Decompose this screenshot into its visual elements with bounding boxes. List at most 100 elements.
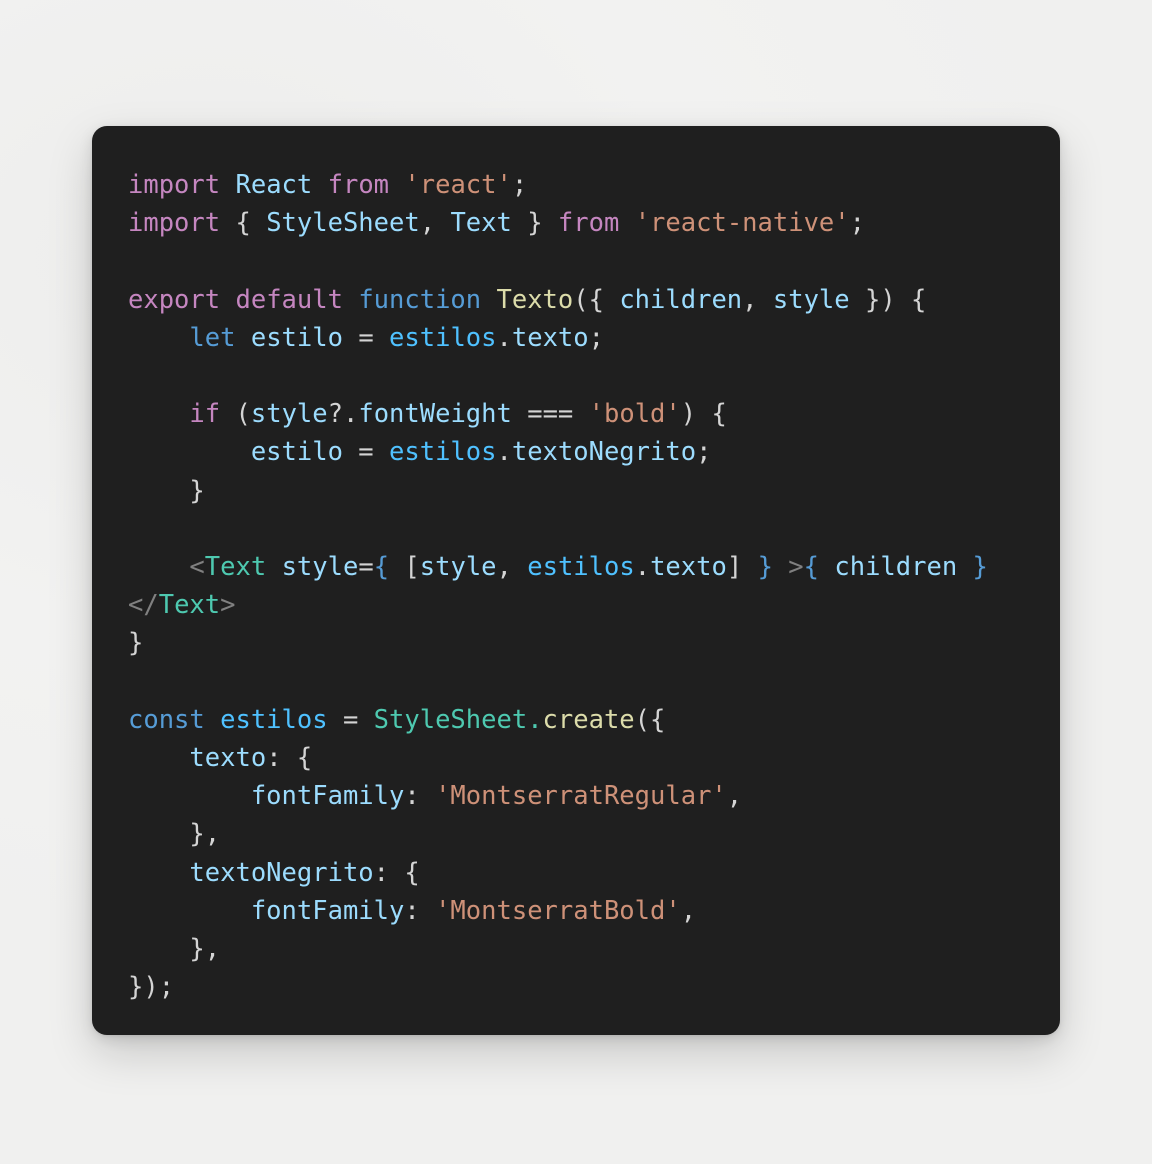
token-close-brace: } xyxy=(128,628,144,659)
token-comma: , xyxy=(742,284,773,315)
token-punctuation: ({ xyxy=(573,284,620,315)
token-close-brace: }, xyxy=(128,819,221,850)
token-close-brace: }, xyxy=(128,934,221,965)
token-identifier-estilo: estilo xyxy=(250,322,343,353)
code-line: export default function Texto({ children… xyxy=(128,281,1038,319)
code-line: const estilos = StyleSheet.create({ xyxy=(128,701,1038,739)
token-string-montserrat-regular: 'MontserratRegular' xyxy=(435,781,727,812)
code-line: if (style?.fontWeight === 'bold') { xyxy=(128,395,1038,433)
token-identifier-estilo: estilo xyxy=(250,437,343,468)
token-colon: : xyxy=(404,781,436,812)
token-keyword-from: from xyxy=(557,208,620,239)
token-property-texto: texto xyxy=(650,552,727,583)
token-operator-assign: = xyxy=(327,704,374,735)
token-method-create: create xyxy=(542,704,635,735)
token-identifier-react: React xyxy=(235,170,313,200)
token-identifier-estilos: estilos xyxy=(527,552,635,583)
token-punctuation: ) { xyxy=(680,399,727,430)
token-param-children: children xyxy=(619,284,743,315)
token-string-montserrat-bold: 'MontserratBold' xyxy=(435,895,681,926)
token-keyword-const: const xyxy=(128,704,205,735)
token-jsx-expr-open: { xyxy=(803,552,819,583)
token-jsx-attr-style: style xyxy=(281,552,359,583)
code-line: }, xyxy=(128,930,1038,968)
token-identifier-estilos: estilos xyxy=(389,437,497,468)
token-identifier-stylesheet: StyleSheet xyxy=(373,704,528,735)
token-identifier-estilos: estilos xyxy=(389,322,497,353)
page-root: import React from 'react'; import { Style… xyxy=(0,0,1152,1164)
token-jsx-expr-close: } xyxy=(757,552,773,583)
token-function-name-texto: Texto xyxy=(496,284,574,315)
token-comma: , xyxy=(680,895,697,926)
token-keyword-if: if xyxy=(189,399,221,430)
token-dot: . xyxy=(496,437,512,468)
token-string-react-native: 'react-native' xyxy=(634,208,850,239)
code-line: import React from 'react'; xyxy=(128,166,1038,204)
token-equals: = xyxy=(358,552,374,583)
token-comma: , xyxy=(496,552,528,583)
code-line: let estilo = estilos.texto; xyxy=(128,319,1038,357)
token-close-bracket: ] xyxy=(726,552,758,583)
token-semicolon: ; xyxy=(696,437,712,468)
code-line: texto: { xyxy=(128,739,1038,777)
code-line: <Text style={ [style, estilos.texto] } >… xyxy=(128,548,1038,624)
token-string-react: 'react' xyxy=(404,170,512,200)
token-jsx-tag-text: Text xyxy=(204,552,267,583)
token-keyword-default: default xyxy=(235,284,343,315)
token-punctuation: [ xyxy=(389,552,420,583)
token-identifier-stylesheet: StyleSheet xyxy=(266,208,420,239)
token-punctuation: { xyxy=(220,208,267,239)
token-operator-assign: = xyxy=(342,437,390,468)
token-identifier-children: children xyxy=(834,552,958,583)
token-semicolon: ; xyxy=(511,170,528,200)
token-keyword-import: import xyxy=(128,170,221,200)
token-identifier-text: Text xyxy=(450,208,512,239)
token-key-fontfamily: fontFamily xyxy=(250,781,405,812)
token-jsx-tag-text: Text xyxy=(158,590,221,621)
code-line: } xyxy=(128,472,1038,510)
token-keyword-function: function xyxy=(358,284,482,315)
token-identifier-estilos: estilos xyxy=(220,704,328,735)
token-punctuation: }) { xyxy=(849,284,927,315)
token-close-call: }); xyxy=(128,972,175,1003)
code-line: }, xyxy=(128,815,1038,853)
code-block[interactable]: import React from 'react'; import { Style… xyxy=(128,166,1038,1006)
token-semicolon: ; xyxy=(588,322,604,353)
token-jsx-expr-close: } xyxy=(972,552,988,583)
token-comma: , xyxy=(419,208,451,239)
token-punctuation: } xyxy=(511,208,558,239)
token-semicolon: ; xyxy=(849,208,865,239)
token-comma: , xyxy=(726,781,743,812)
token-operator-strict-equals: === xyxy=(511,399,589,430)
token-keyword-import: import xyxy=(128,208,221,239)
token-keyword-from: from xyxy=(327,170,390,200)
token-optional-chain: ?. xyxy=(327,399,359,430)
token-operator-assign: = xyxy=(342,322,390,353)
code-line: } xyxy=(128,624,1038,662)
token-property-fontweight: fontWeight xyxy=(358,399,512,430)
code-line: fontFamily: 'MontserratBold', xyxy=(128,892,1038,930)
token-key-textonegrito: textoNegrito xyxy=(189,857,374,888)
token-punctuation: : { xyxy=(266,743,313,774)
token-keyword-let: let xyxy=(189,322,236,353)
